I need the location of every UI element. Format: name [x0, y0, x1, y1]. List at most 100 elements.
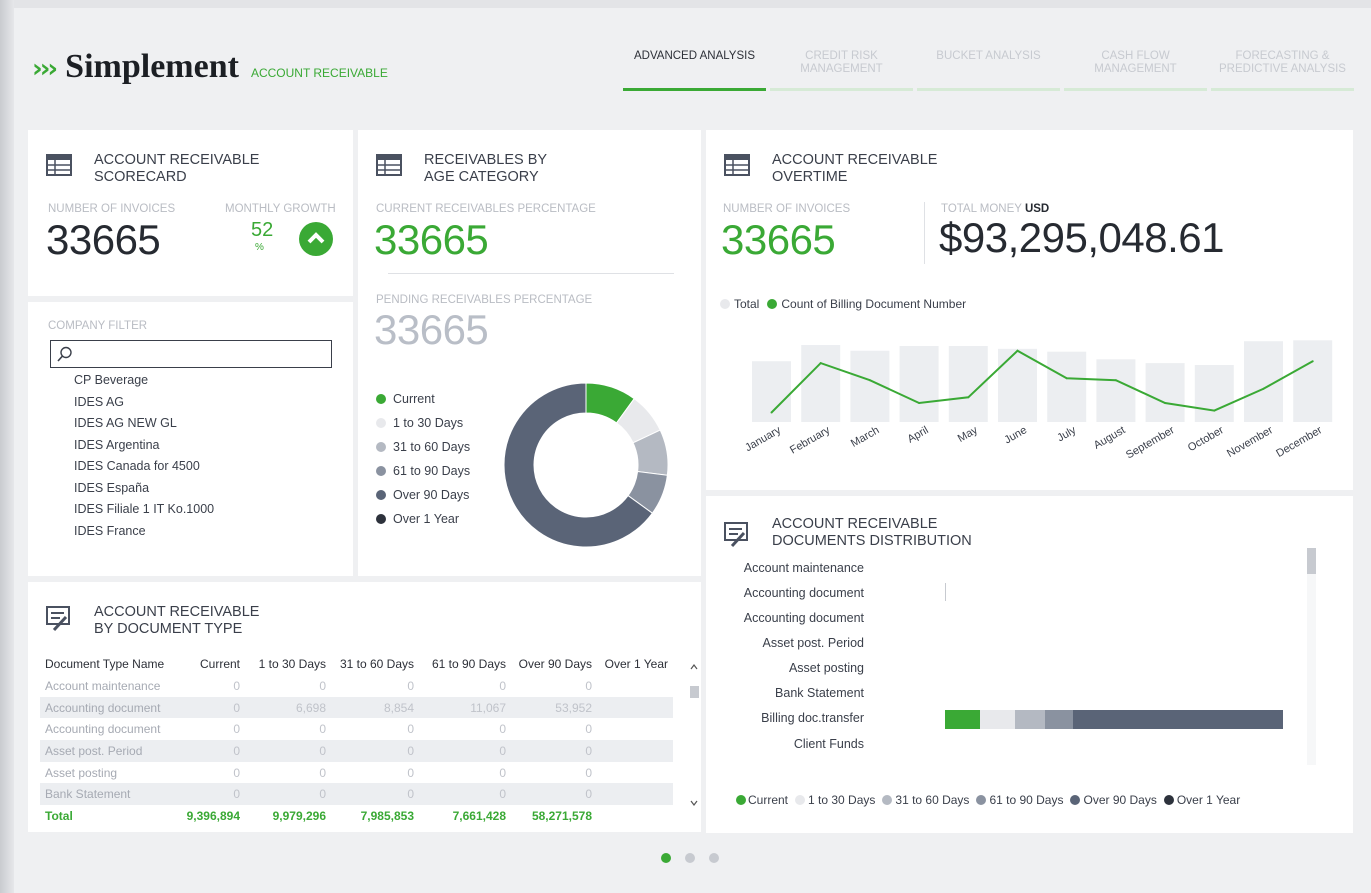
document-edit-icon	[46, 606, 70, 632]
age-title: RECEIVABLES BY	[424, 152, 548, 168]
page-dot-2[interactable]	[685, 853, 695, 863]
table-row[interactable]: Bank Statement 0 0 0 0 0	[40, 783, 673, 806]
company-filter-card: COMPANY FILTER CP Beverage IDES AG IDES …	[28, 302, 353, 576]
tab-bucket-analysis[interactable]: BUCKET ANALYSIS	[917, 50, 1060, 91]
total-cell: 58,271,578	[531, 808, 592, 823]
table-row[interactable]: Asset posting 0 0 0 0 0	[40, 762, 673, 784]
company-item[interactable]: IDES Canada for 4500	[74, 459, 214, 481]
column-header[interactable]: 31 to 60 Days	[331, 653, 419, 675]
company-filter-label: COMPANY FILTER	[48, 320, 148, 332]
legend-label: Over 1 Year	[393, 512, 460, 526]
legend-dot	[376, 490, 386, 500]
distribution-label: Bank Statement	[775, 686, 864, 700]
table-scrollbar[interactable]	[689, 658, 699, 808]
scroll-down-icon[interactable]	[689, 798, 699, 808]
legend-dot	[376, 394, 386, 404]
distribution-label: Billing doc.transfer	[761, 711, 864, 725]
table-cell: 0	[331, 740, 419, 762]
table-row[interactable]: Accounting document 0 6,698 8,854 11,067 53,9…	[40, 696, 673, 719]
scroll-up-icon[interactable]	[689, 662, 699, 672]
column-header[interactable]: Over 90 Days	[511, 653, 597, 675]
total-cell	[597, 805, 673, 827]
legend-over-1-year: Over 1 Year	[376, 507, 470, 531]
scroll-thumb[interactable]	[690, 686, 699, 698]
column-header[interactable]: 1 to 30 Days	[245, 653, 331, 675]
company-item[interactable]: IDES España	[74, 481, 214, 503]
table-row[interactable]: Asset post. Period 0 0 0 0 0	[40, 740, 673, 762]
legend-dot	[976, 795, 987, 805]
legend-label: 1 to 30 Days	[393, 416, 464, 430]
distribution-scrollbar[interactable]	[1307, 548, 1316, 765]
distribution-card: ACCOUNT RECEIVABLE DOCUMENTS DISTRIBUTION…	[706, 496, 1353, 833]
logo-arrows-icon: ›››	[32, 54, 58, 84]
company-item[interactable]: IDES Filiale 1 IT Ko.1000	[74, 502, 214, 524]
table-total-row: Total 9,396,894 9,979,296 7,985,853 7,66…	[40, 805, 673, 827]
legend-count-label: Count of Billing Document Number	[781, 297, 967, 311]
table-cell	[597, 696, 673, 719]
table-cell	[597, 675, 673, 697]
bar-total-february	[801, 345, 841, 422]
table-cell: 6,698	[245, 696, 331, 719]
table-cell: Account maintenance	[45, 678, 161, 693]
table-cell	[597, 740, 673, 762]
legend-label: 61 to 90 Days	[393, 464, 471, 478]
segment-current	[945, 710, 980, 729]
company-item[interactable]: CP Beverage	[74, 373, 214, 395]
distribution-legend: Current 1 to 30 Days 31 to 60 Days 61 to…	[736, 793, 1240, 807]
table-cell: 0	[407, 678, 414, 693]
tab-cash-flow-management[interactable]: CASH FLOW MANAGEMENT	[1064, 50, 1207, 91]
legend-label: 31 to 60 Days	[895, 793, 970, 807]
page-dot-1[interactable]	[661, 853, 671, 863]
scorecard-card: ACCOUNT RECEIVABLE SCORECARD NUMBER OF IN…	[28, 130, 353, 296]
document-edit-icon	[724, 522, 748, 548]
segment-over-90	[1073, 710, 1283, 729]
bar-total-april	[899, 346, 939, 422]
table-row[interactable]: Account maintenance 0 0 0 0 0	[40, 675, 673, 697]
table-cell: 8,854	[331, 696, 419, 719]
age-donut-chart	[503, 382, 669, 548]
column-header[interactable]: Current	[175, 653, 245, 675]
point-count-march	[868, 379, 871, 382]
scroll-thumb[interactable]	[1307, 548, 1316, 574]
table-cell: 0	[407, 765, 414, 780]
invoices-label: NUMBER OF INVOICES	[48, 203, 176, 215]
x-tick-label: August	[1092, 424, 1128, 452]
column-header[interactable]: Over 1 Year	[597, 653, 673, 675]
legend-dot	[1070, 795, 1081, 805]
total-cell: 7,661,428	[452, 808, 506, 823]
legend-dot	[376, 442, 386, 452]
legend-total-label: Total	[734, 297, 760, 311]
company-item[interactable]: IDES Argentina	[74, 438, 214, 460]
table-cell: 0	[419, 740, 511, 762]
table-header: Document Type Name Current 1 to 30 Days …	[40, 653, 673, 675]
tab-advanced-analysis[interactable]: ADVANCED ANALYSIS	[623, 50, 766, 91]
table-icon	[724, 154, 750, 176]
total-money-value: $93,295,048.61	[939, 214, 1224, 261]
invoices-value: 33665	[46, 216, 161, 263]
company-search-input[interactable]	[50, 340, 332, 368]
doctype-subtitle: BY DOCUMENT TYPE	[94, 621, 243, 637]
tab-forecasting[interactable]: FORECASTING & PREDICTIVE ANALYSIS	[1211, 50, 1354, 91]
table-cell: 0	[511, 740, 597, 762]
segment-61-90	[1045, 710, 1073, 729]
table-cell: 0	[585, 678, 592, 693]
table-icon	[376, 154, 402, 176]
company-item[interactable]: IDES AG	[74, 395, 214, 417]
page-dot-3[interactable]	[709, 853, 719, 863]
bar-total-july	[1047, 351, 1087, 422]
company-item[interactable]: IDES France	[74, 524, 214, 546]
column-header[interactable]: Document Type Name	[40, 653, 175, 675]
overtime-invoices-label: NUMBER OF INVOICES	[723, 203, 851, 215]
table-row[interactable]: Accounting document 0 0 0 0 0	[40, 718, 673, 740]
table-cell: 0	[585, 765, 592, 780]
distribution-label: Asset post. Period	[762, 636, 864, 650]
table-cell: 11,067	[419, 696, 511, 719]
table-cell: 0	[245, 740, 331, 762]
column-header[interactable]: 61 to 90 Days	[419, 653, 511, 675]
table-cell: 0	[511, 783, 597, 806]
company-item[interactable]: IDES AG NEW GL	[74, 416, 214, 438]
tab-credit-risk-management[interactable]: CREDIT RISK MANAGEMENT	[770, 50, 913, 91]
current-receivables-value: 33665	[374, 216, 489, 263]
doctype-card: ACCOUNT RECEIVABLE BY DOCUMENT TYPE Docum…	[28, 582, 701, 832]
legend-total-dot	[720, 299, 730, 309]
